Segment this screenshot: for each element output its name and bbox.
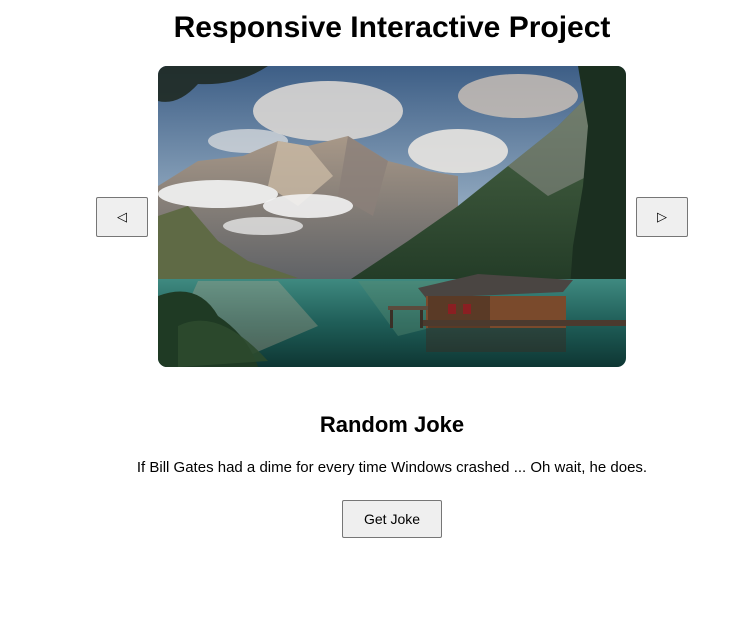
- triangle-right-icon: ▷: [657, 209, 667, 225]
- get-joke-button[interactable]: Get Joke: [342, 500, 442, 538]
- carousel-next-button[interactable]: ▷: [636, 197, 688, 237]
- triangle-left-icon: ◁: [117, 209, 127, 225]
- joke-heading: Random Joke: [319, 412, 465, 437]
- carousel-image: [158, 66, 626, 367]
- joke-text: If Bill Gates had a dime for every time …: [136, 459, 648, 476]
- page-title: Responsive Interactive Project: [173, 11, 611, 44]
- carousel-prev-button[interactable]: ◁: [96, 197, 148, 237]
